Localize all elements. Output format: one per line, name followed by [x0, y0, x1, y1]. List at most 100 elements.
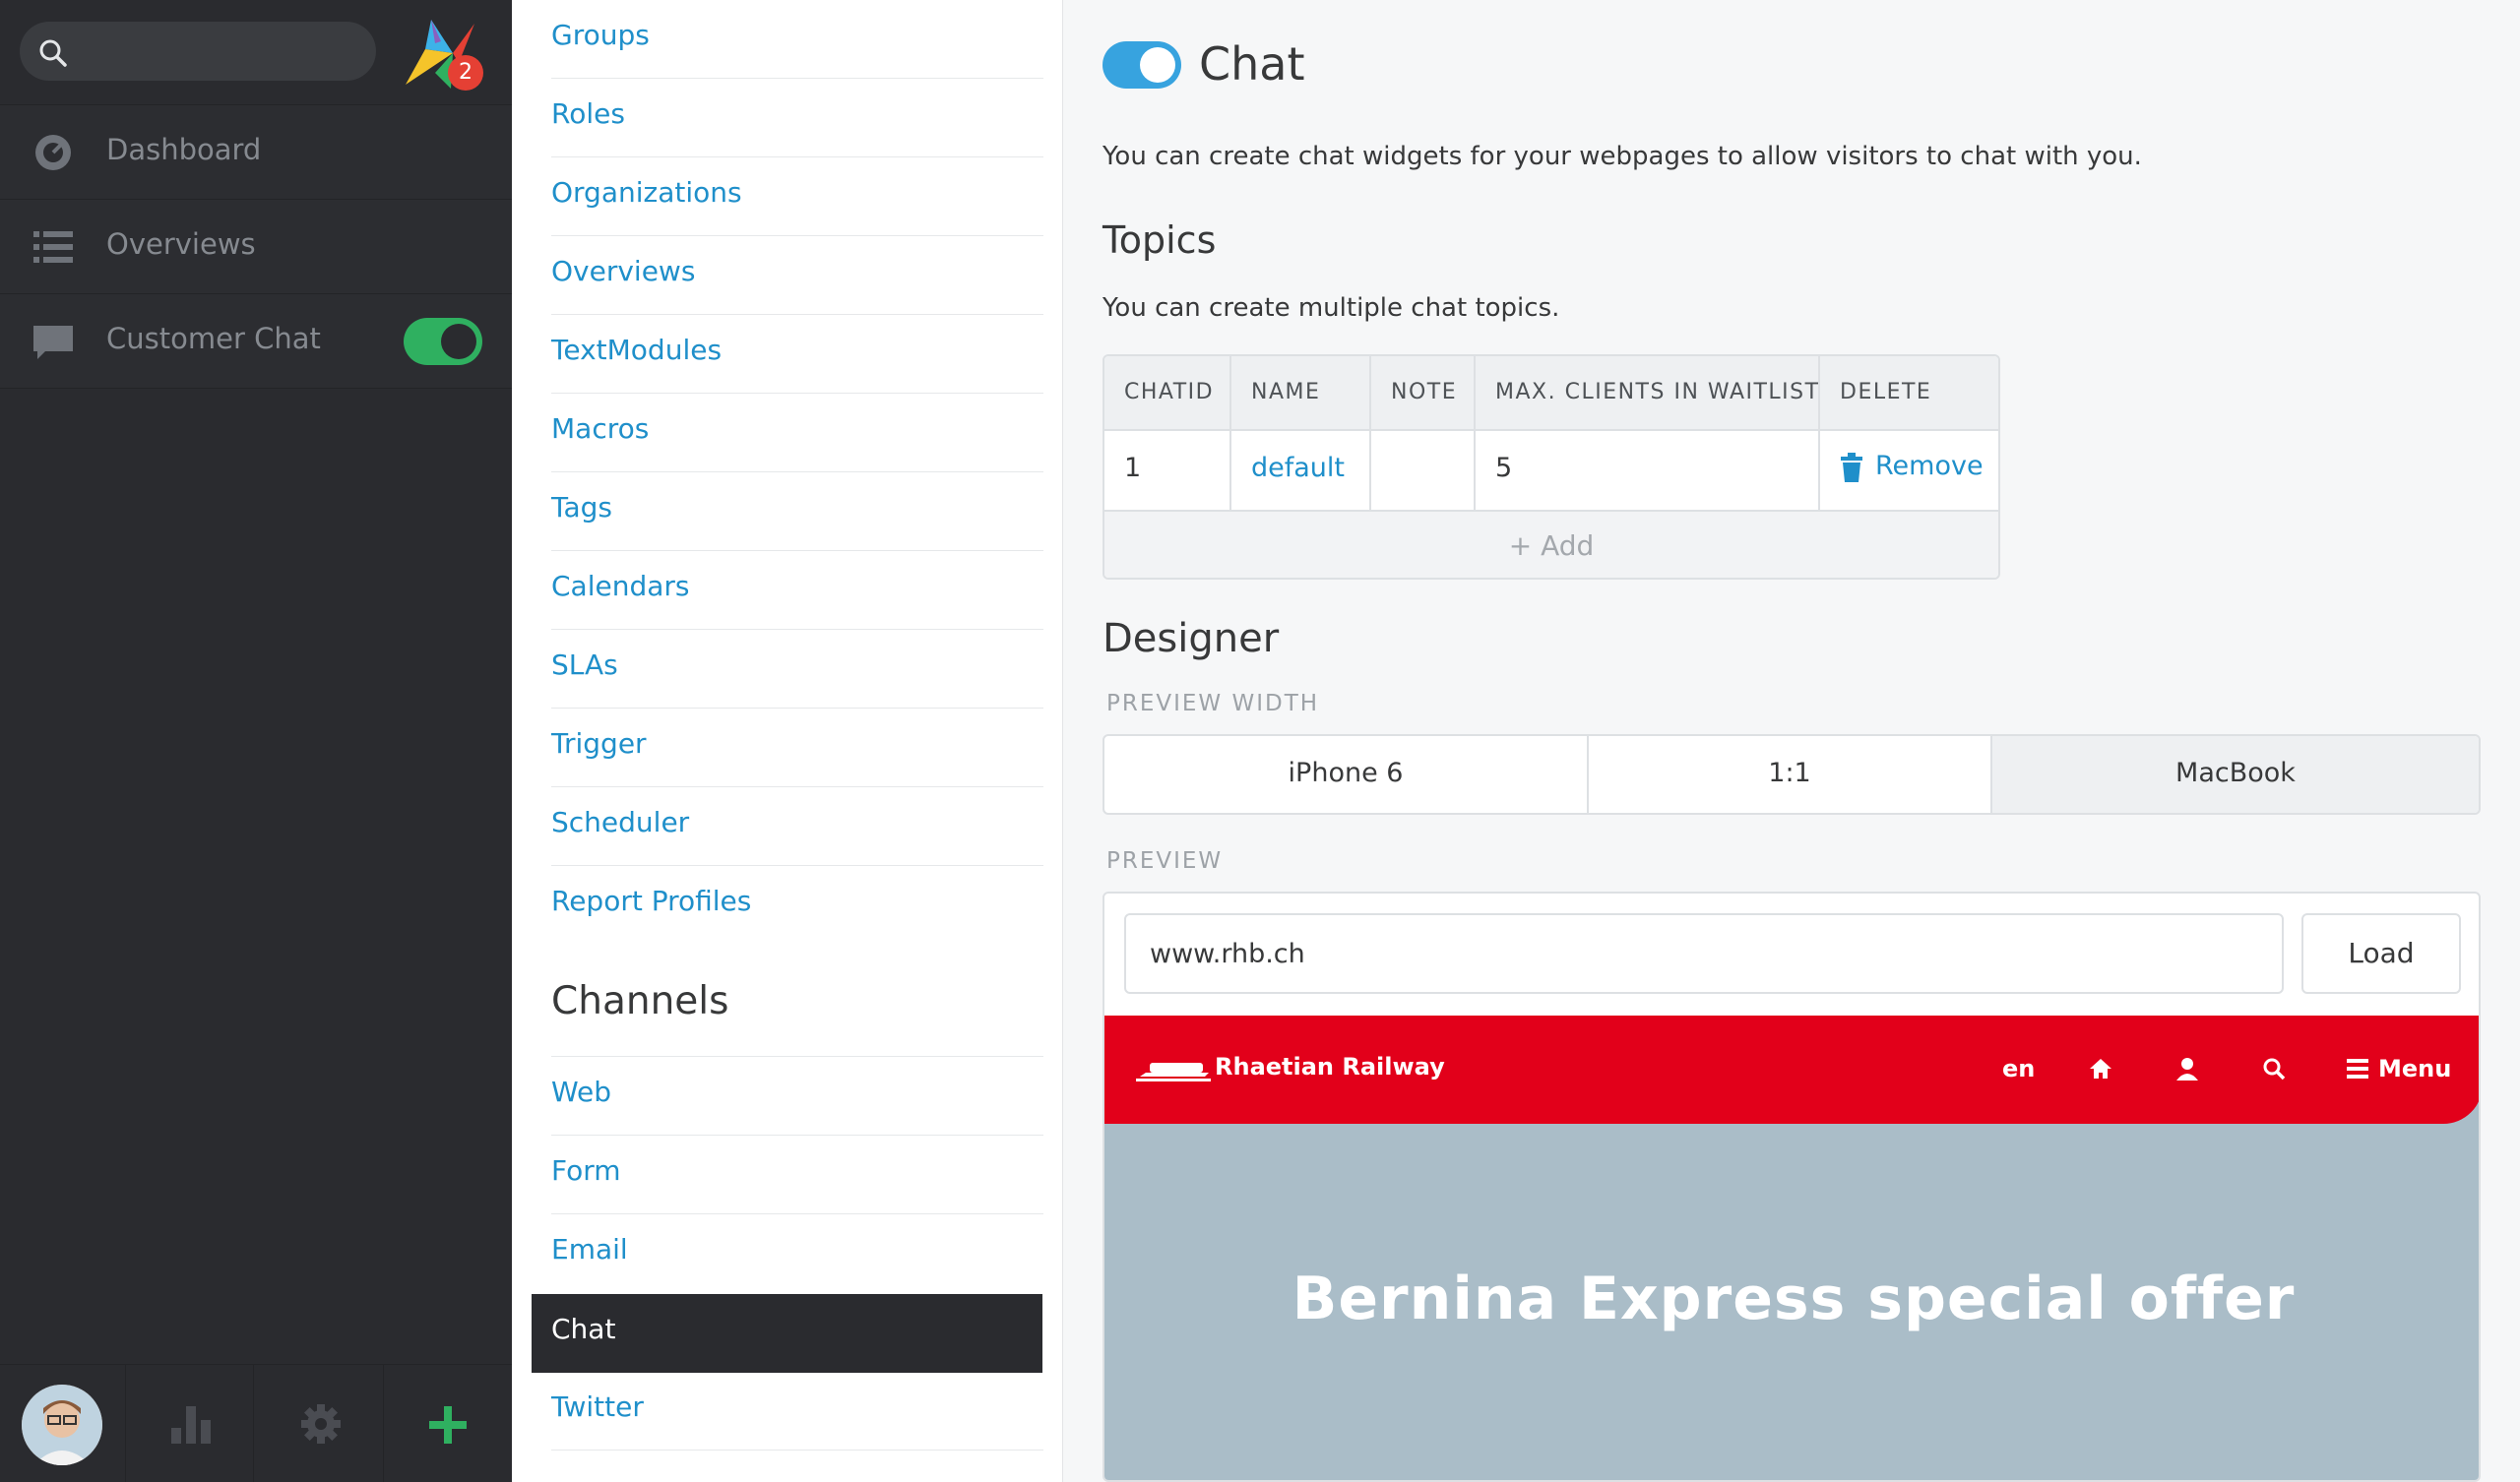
settings-item-label[interactable]: Trigger — [551, 727, 647, 760]
page-description: You can create chat widgets for your web… — [1102, 142, 2142, 171]
plus-icon[interactable] — [429, 1406, 467, 1444]
width-option-label[interactable]: iPhone 6 — [1104, 758, 1587, 788]
settings-item-label[interactable]: SLAs — [551, 648, 618, 681]
stats-icon[interactable] — [169, 1402, 213, 1446]
settings-item-label[interactable]: Calendars — [551, 570, 690, 602]
column-divider — [1474, 356, 1476, 510]
channel-item-email[interactable]: Email — [551, 1214, 1043, 1293]
channel-item-label[interactable]: Twitter — [551, 1390, 644, 1423]
preview-label: PREVIEW — [1106, 848, 1224, 874]
preview-url-input[interactable] — [1124, 913, 2284, 994]
customer-chat-toggle[interactable] — [404, 318, 482, 365]
settings-cell[interactable] — [254, 1365, 384, 1482]
settings-item-label[interactable]: Scheduler — [551, 806, 689, 838]
settings-item-roles[interactable]: Roles — [551, 79, 1043, 157]
cell-name-link[interactable]: default — [1251, 453, 1345, 483]
site-brand: Rhaetian Railway — [1215, 1053, 1445, 1081]
column-divider — [1229, 356, 1231, 510]
home-icon — [2090, 1059, 2111, 1079]
settings-item-overviews[interactable]: Overviews — [551, 236, 1043, 315]
sidebar-footer — [0, 1364, 512, 1482]
cell-max-clients: 5 — [1495, 453, 1513, 483]
search-icon — [39, 39, 67, 67]
column-header-note: NOTE — [1391, 380, 1458, 404]
channel-item-label[interactable]: Chat — [551, 1313, 615, 1345]
preview-width-label: PREVIEW WIDTH — [1106, 691, 1320, 716]
new-cell[interactable] — [384, 1365, 512, 1482]
search-icon — [2263, 1058, 2286, 1081]
column-header-chatid: CHATID — [1124, 380, 1215, 404]
nav-label-dashboard: Dashboard — [106, 133, 262, 166]
menu-icon — [2347, 1059, 2368, 1079]
avatar[interactable] — [22, 1385, 102, 1465]
rhb-train-logo-icon — [1136, 1063, 1211, 1081]
add-topic-label[interactable]: + Add — [1104, 529, 1998, 562]
list-icon — [33, 231, 73, 263]
trash-icon — [1841, 453, 1862, 482]
main-content: Chat You can create chat widgets for you… — [1063, 0, 2520, 1482]
width-option-1-1[interactable]: 1:1 — [1589, 736, 1992, 813]
site-menu-label: Menu — [2378, 1055, 2452, 1082]
settings-item-slas[interactable]: SLAs — [551, 630, 1043, 709]
load-button-label[interactable]: Load — [2303, 937, 2459, 969]
settings-item-label[interactable]: Roles — [551, 97, 625, 130]
page-title: Chat — [1199, 37, 1305, 91]
settings-item-label[interactable]: Groups — [551, 19, 650, 51]
channel-item-web[interactable]: Web — [551, 1057, 1043, 1136]
settings-menu: Groups Roles Organizations Overviews Tex… — [512, 0, 1063, 1482]
width-option-iphone6[interactable]: iPhone 6 — [1104, 736, 1589, 813]
topics-table: CHATID NAME NOTE MAX. CLIENTS IN WAITLIS… — [1102, 354, 2000, 580]
nav-item-dashboard[interactable]: Dashboard — [0, 105, 512, 200]
column-header-name: NAME — [1251, 380, 1321, 404]
settings-item-textmodules[interactable]: TextModules — [551, 315, 1043, 394]
dashboard-icon — [35, 135, 71, 170]
settings-item-scheduler[interactable]: Scheduler — [551, 787, 1043, 866]
settings-item-label[interactable]: TextModules — [551, 334, 722, 366]
settings-item-label[interactable]: Report Profiles — [551, 885, 751, 917]
channel-item-label[interactable]: Form — [551, 1154, 621, 1187]
settings-item-groups[interactable]: Groups — [551, 0, 1043, 79]
gear-icon[interactable] — [299, 1402, 343, 1446]
width-option-label[interactable]: MacBook — [1992, 758, 2479, 788]
main-sidebar: 2 Dashboard Overviews Customer Chat — [0, 0, 512, 1482]
preview-width-selector: iPhone 6 1:1 MacBook — [1102, 734, 2481, 815]
remove-label[interactable]: Remove — [1875, 451, 1984, 481]
column-divider — [1818, 356, 1820, 510]
settings-item-report-profiles[interactable]: Report Profiles — [551, 866, 1043, 945]
channel-item-chat[interactable]: Chat — [532, 1294, 1042, 1373]
nav-label-customer-chat: Customer Chat — [106, 322, 321, 355]
designer-heading: Designer — [1102, 616, 1280, 661]
hero-headline: Bernina Express special offer — [1292, 1265, 2296, 1333]
channels-heading: Channels — [551, 979, 729, 1023]
nav-item-customer-chat[interactable]: Customer Chat — [0, 294, 512, 389]
settings-item-organizations[interactable]: Organizations — [551, 157, 1043, 236]
add-topic-button[interactable]: + Add — [1104, 510, 1998, 578]
load-button[interactable]: Load — [2301, 913, 2461, 994]
stats-cell[interactable] — [126, 1365, 254, 1482]
avatar-cell[interactable] — [0, 1365, 126, 1482]
channel-item-label[interactable]: Web — [551, 1076, 611, 1108]
settings-item-macros[interactable]: Macros — [551, 394, 1043, 472]
channel-item-form[interactable]: Form — [551, 1136, 1043, 1214]
nav-item-overviews[interactable]: Overviews — [0, 200, 512, 294]
preview-panel: Load Rhaetian Railway en — [1102, 892, 2481, 1482]
settings-item-tags[interactable]: Tags — [551, 472, 1043, 551]
settings-item-label[interactable]: Overviews — [551, 255, 695, 287]
column-divider — [1369, 356, 1371, 510]
column-header-delete: DELETE — [1840, 380, 1932, 404]
settings-item-label[interactable]: Tags — [551, 491, 612, 524]
notification-badge[interactable]: 2 — [448, 55, 483, 91]
width-option-macbook[interactable]: MacBook — [1992, 736, 2479, 813]
width-option-label[interactable]: 1:1 — [1589, 758, 1990, 788]
chat-bubble-icon — [33, 326, 73, 359]
website-preview[interactable]: Rhaetian Railway en Menu Bernina Express… — [1104, 1016, 2479, 1480]
search-field[interactable] — [20, 22, 376, 81]
settings-item-label[interactable]: Macros — [551, 412, 649, 445]
user-icon — [2176, 1058, 2198, 1081]
settings-item-label[interactable]: Organizations — [551, 176, 742, 209]
channel-item-twitter[interactable]: Twitter — [551, 1372, 1043, 1451]
settings-item-trigger[interactable]: Trigger — [551, 709, 1043, 787]
channel-item-label[interactable]: Email — [551, 1233, 628, 1266]
chat-enable-toggle[interactable] — [1102, 41, 1181, 89]
settings-item-calendars[interactable]: Calendars — [551, 551, 1043, 630]
